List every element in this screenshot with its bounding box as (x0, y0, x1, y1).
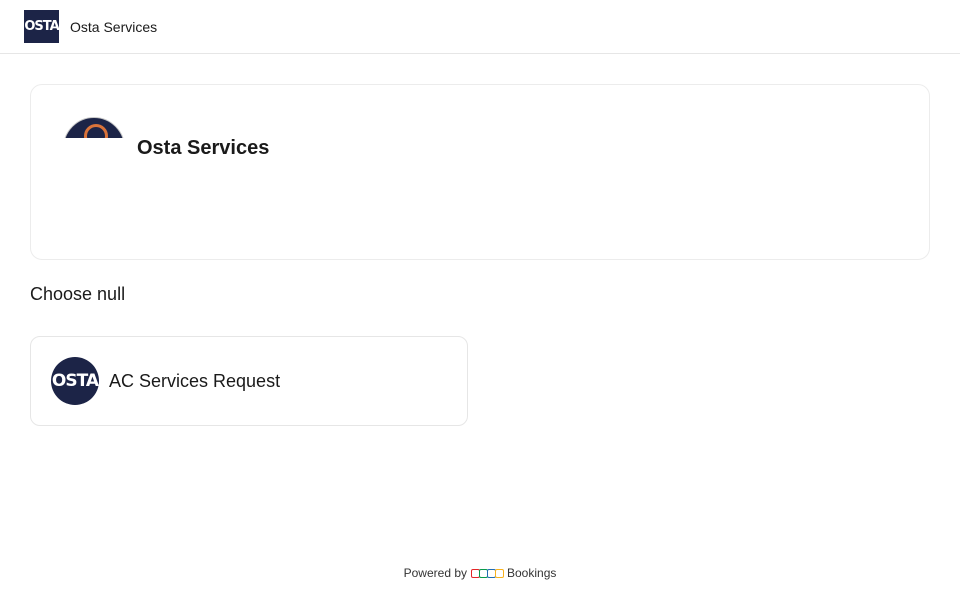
profile-business-name: Osta Services (137, 137, 270, 159)
logo-text: OSTA (24, 19, 59, 34)
powered-by-label: Powered by (403, 566, 467, 580)
service-logo-text: OSTA (51, 370, 99, 391)
business-name: Osta Services (70, 18, 158, 35)
service-logo: OSTA (51, 357, 99, 405)
top-bar: OSTA Osta Services (0, 0, 960, 54)
zoho-logo-icon (471, 568, 504, 578)
service-name: AC Services Request (109, 370, 281, 391)
business-profile-card: Osta Services (30, 84, 930, 260)
business-avatar (63, 117, 125, 138)
section-heading: Choose null (30, 284, 126, 304)
bookings-brand-link[interactable]: Bookings (507, 566, 556, 580)
business-logo[interactable]: OSTA (24, 10, 59, 43)
footer: Powered by Bookings (0, 563, 960, 583)
service-card-ac-services-request[interactable]: OSTA AC Services Request (30, 336, 468, 426)
